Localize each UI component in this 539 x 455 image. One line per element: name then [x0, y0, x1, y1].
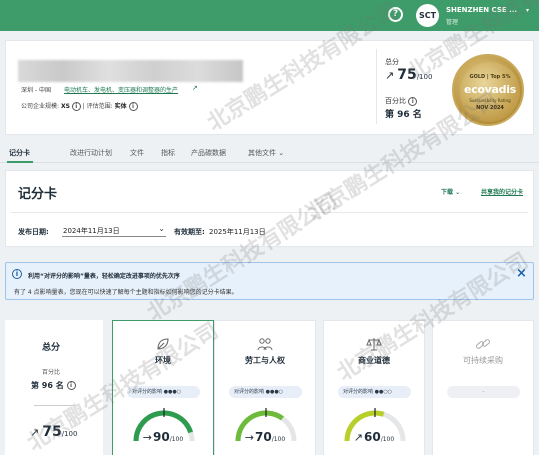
- theme-name: 商业道德: [358, 356, 390, 365]
- tab-other-documents[interactable]: 其他文件 ⌄: [248, 148, 284, 158]
- tab-divider: [0, 162, 539, 163]
- theme-card-environment[interactable]: 环境 对评分的影响 ●●●○ →90/100: [112, 320, 214, 455]
- theme-name: 劳工与人权: [245, 356, 285, 365]
- scope-value: 实体: [114, 103, 127, 110]
- tab-scorecard[interactable]: 记分卡: [9, 148, 30, 158]
- company-role: 管理: [446, 19, 459, 26]
- avatar[interactable]: SCT: [416, 4, 439, 27]
- download-button[interactable]: 下载 ⌄: [441, 187, 460, 196]
- industry-link[interactable]: 电动机车、发电机、变压器和调整器的生产: [64, 85, 178, 94]
- medal-tier: GOLD | Top 5%: [469, 74, 511, 80]
- impact-badge: 对评分的影响 ●●○○: [338, 386, 411, 398]
- medal-date: NOV 2024: [476, 105, 504, 111]
- info-icon[interactable]: i: [408, 96, 418, 106]
- scorecard-title: 记分卡: [18, 187, 58, 202]
- chevron-down-icon: ⌄: [158, 224, 165, 233]
- company-name[interactable]: SHENZHEN CSE ...: [446, 6, 517, 14]
- close-icon[interactable]: ×: [516, 266, 527, 281]
- info-icon[interactable]: i: [66, 381, 76, 390]
- theme-card-labor[interactable]: 劳工与人权 对评分的影响 ●●●○ →70/100: [214, 320, 316, 455]
- overall-score: ↗ 75/100: [30, 424, 78, 440]
- impact-badge: 对评分的影响 ●●●○: [127, 386, 200, 398]
- top-bar: [0, 0, 539, 31]
- ecovadis-gold-medal[interactable]: GOLD | Top 5% ecovadis Sustainability Ra…: [452, 54, 524, 126]
- info-icon: i: [12, 269, 22, 279]
- external-link-icon[interactable]: ↗: [192, 84, 198, 92]
- theme-card-ethics[interactable]: 商业道德 对评分的影响 ●●○○ ↗60/100: [323, 320, 425, 455]
- header-percentile: 第 96 名: [385, 110, 422, 120]
- tab-product-carbon[interactable]: 产品碳数据: [191, 148, 226, 158]
- chevron-down-icon: ⌄: [278, 149, 285, 157]
- trend-arrow-icon: →: [142, 431, 153, 444]
- redacted-company-name: [18, 60, 243, 82]
- leaf-icon: [113, 337, 213, 354]
- header-percentile-label: 百分比 i: [385, 96, 418, 106]
- valid-until-value: 2025年11月13日: [209, 228, 266, 236]
- tab-indicators[interactable]: 指标: [161, 148, 175, 158]
- divider: [376, 49, 377, 124]
- chevron-down-icon: ⌄: [455, 189, 461, 196]
- size-label: 公司企业规模:: [21, 103, 60, 110]
- info-icon[interactable]: i: [128, 102, 138, 111]
- publish-date-label: 发布日期:: [18, 228, 49, 236]
- theme-score: →90/100: [142, 430, 184, 444]
- publish-date-value: 2024年11月13日: [63, 227, 120, 235]
- theme-name: 环境: [155, 356, 171, 365]
- publish-date-select[interactable]: 2024年11月13日 ⌄: [62, 223, 166, 237]
- share-scorecard-link[interactable]: 共享我的记分卡: [481, 187, 523, 196]
- trend-arrow-icon: ↗: [385, 69, 395, 82]
- company-location: 深圳 - 中国: [21, 87, 51, 94]
- scorecard-panel: 记分卡 下载 ⌄ 共享我的记分卡 发布日期: 2024年11月13日 ⌄ 有效期…: [5, 170, 534, 247]
- company-meta: 公司企业规模: XS i | 评估范围: 实体 i: [21, 101, 138, 111]
- overall-score-card: 总分 百分比 第 96 名 i ↗ 75/100: [5, 320, 103, 455]
- overall-percentile-label: 百分比: [41, 369, 60, 376]
- impact-badge: 对评分的影响 ●●●○: [229, 386, 302, 398]
- size-value: XS: [60, 103, 70, 110]
- people-icon: [215, 337, 315, 354]
- divider: [11, 212, 528, 213]
- chevron-down-icon[interactable]: ▾: [526, 7, 529, 14]
- theme-score: ↗60/100: [353, 430, 395, 444]
- banner-text: 有了 4 点影响量表，您现在可以快速了解每个主题和指标如何影响您的记分卡结果。: [14, 289, 238, 296]
- valid-until-label: 有效期至:: [174, 228, 205, 236]
- info-banner: i 利用“对评分的影响”量表，轻松确定改进事项的优先次序 有了 4 点影响量表，…: [5, 262, 534, 300]
- divider: [34, 405, 74, 406]
- impact-badge: –: [447, 386, 520, 398]
- trend-arrow-icon: ↗: [30, 426, 40, 439]
- trend-arrow-icon: →: [244, 431, 255, 444]
- header-score-label: 总分: [385, 58, 399, 66]
- trend-arrow-icon: ↗: [353, 431, 364, 444]
- tab-improvement-plan[interactable]: 改进行动计划: [70, 148, 112, 158]
- theme-name: 可持续采购: [463, 356, 503, 365]
- scales-icon: [324, 337, 424, 354]
- overall-rank: 第 96 名 i: [31, 380, 76, 391]
- active-tab-indicator: [7, 161, 33, 163]
- medal-face: GOLD | Top 5% ecovadis Sustainability Ra…: [460, 62, 520, 122]
- theme-score: →70/100: [244, 430, 286, 444]
- chain-icon: [433, 337, 533, 354]
- overall-label: 总分: [41, 343, 60, 353]
- tab-documents[interactable]: 文件: [130, 148, 144, 158]
- theme-card-sustainable-procurement[interactable]: 可持续采购 –: [432, 320, 534, 455]
- info-icon[interactable]: i: [71, 102, 81, 111]
- tab-bar: 记分卡 改进行动计划 文件 指标 产品碳数据 其他文件 ⌄: [0, 144, 539, 162]
- scope-label: 评估范围:: [86, 103, 113, 110]
- medal-subtitle: Sustainability Rating: [469, 98, 511, 103]
- header-score: ↗ 75/100: [385, 67, 433, 83]
- medal-brand: ecovadis: [464, 83, 516, 96]
- banner-title: 利用“对评分的影响”量表，轻松确定改进事项的优先次序: [28, 273, 180, 280]
- help-icon[interactable]: ?: [388, 7, 403, 22]
